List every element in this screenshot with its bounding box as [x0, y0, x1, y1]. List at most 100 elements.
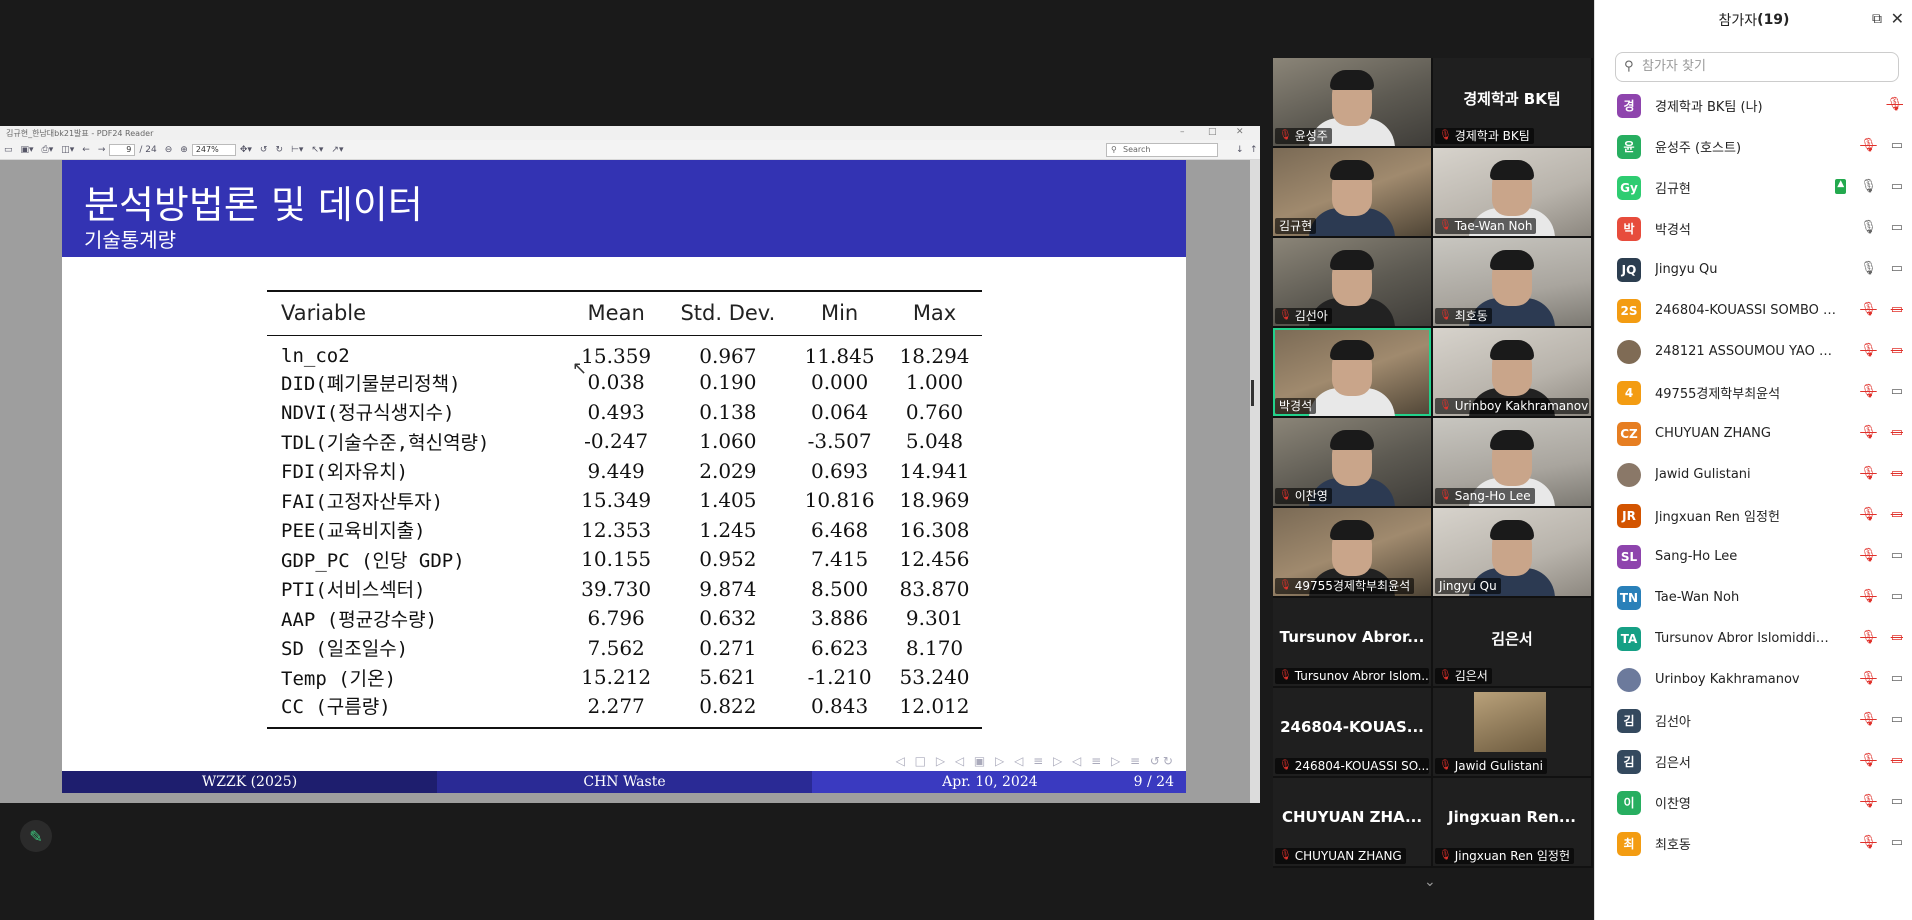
page-number-input[interactable]: 9: [109, 143, 136, 156]
participant-row[interactable]: Urinboy Kakhramanov 🎙︎ ▭: [1595, 659, 1912, 700]
zoom-out-icon[interactable]: ⊖: [161, 145, 177, 155]
participant-name: 김선아: [1655, 715, 1691, 730]
video-tile[interactable]: 🎙︎ 김선아: [1273, 238, 1431, 326]
participant-row[interactable]: TA Tursunov Abror Islomiddin ugli 🎙︎ ▭: [1595, 618, 1912, 659]
participant-row[interactable]: 248121 ASSOUMOU YAO EL ELY... 🎙︎ ▭: [1595, 331, 1912, 372]
footer-page: 9 / 24: [1133, 774, 1174, 790]
video-tile[interactable]: 🎙︎ Jawid Gulistani: [1433, 688, 1591, 776]
video-tile[interactable]: CHUYUAN ZHA... 🎙︎ CHUYUAN ZHANG: [1273, 778, 1431, 866]
participant-row[interactable]: 윤 윤성주 (호스트) 🎙︎ ▭: [1595, 126, 1912, 167]
cell-mean: 15.212: [581, 665, 652, 690]
open-folder-icon[interactable]: ▭: [0, 145, 17, 155]
mic-muted-icon: 🎙︎: [1886, 97, 1903, 112]
video-tile[interactable]: Jingyu Qu: [1433, 508, 1591, 596]
participant-row[interactable]: 최 최호동 🎙︎ ▭: [1595, 823, 1912, 864]
table-body: ln_co2 15.359 0.967 11.845 18.294 DID(폐기물분리정책…: [267, 335, 982, 729]
cell-std-dev: 0.632: [699, 606, 757, 631]
video-tile[interactable]: 경제학과 BK팀 🎙︎ 경제학과 BK팀: [1433, 58, 1591, 146]
participant-row[interactable]: 4 49755경제학부최윤석 🎙︎ ▭: [1595, 372, 1912, 413]
cell-std-dev: 1.245: [699, 517, 757, 542]
video-tile[interactable]: 김은서 🎙︎ 김은서: [1433, 598, 1591, 686]
mic-muted-icon: 🎙︎: [1279, 850, 1292, 861]
participant-row[interactable]: JQ Jingyu Qu 🎙︎ ▭: [1595, 249, 1912, 290]
popout-icon[interactable]: ⧉: [1872, 11, 1882, 27]
pdf-toolbar: ▭ ▣▾ ⎙▾ ◫▾ ← → 9 / 24 ⊖ ⊕ 247% ✥▾ ↺ ↻ ⊢▾…: [0, 140, 1260, 160]
video-tile[interactable]: 🎙︎ 이찬영: [1273, 418, 1431, 506]
back-arrow-icon[interactable]: ←: [78, 145, 94, 155]
rotate-right-icon[interactable]: ↻: [271, 145, 287, 155]
minimize-icon[interactable]: –: [1180, 127, 1185, 137]
participant-row[interactable]: 2S 246804-KOUASSI SOMBO EMM... 🎙︎ ▭: [1595, 290, 1912, 331]
share-icon[interactable]: ↗▾: [327, 145, 347, 155]
close-icon[interactable]: ✕: [1236, 127, 1244, 137]
participant-list: 경 경제학과 BK팀 (나) 🎙︎ 윤 윤성주 (호스트) 🎙︎ ▭ Gy 김규현 ▲ 🎙︎ ▭ 박 박경…: [1595, 85, 1912, 864]
video-icon: ▭: [1890, 671, 1903, 686]
cell-std-dev: 0.190: [699, 370, 757, 395]
participant-row[interactable]: JR Jingxuan Ren 임정헌 🎙︎ ▭: [1595, 495, 1912, 536]
participant-hair: [1330, 160, 1374, 180]
participant-row[interactable]: 김 김은서 🎙︎ ▭: [1595, 741, 1912, 782]
pdf-search-input[interactable]: ⚲ Search: [1106, 143, 1218, 157]
cell-min: 11.845: [804, 343, 875, 368]
video-tile[interactable]: 🎙︎ Sang-Ho Lee: [1433, 418, 1591, 506]
participant-status-icons: 🎙︎ ▭: [1860, 671, 1903, 686]
video-tile[interactable]: 김규현: [1273, 148, 1431, 236]
scrollbar-thumb[interactable]: [1251, 380, 1254, 406]
participant-row[interactable]: Jawid Gulistani 🎙︎ ▭: [1595, 454, 1912, 495]
chevron-down-icon[interactable]: ⌄: [1424, 874, 1436, 890]
participant-row[interactable]: CZ CHUYUAN ZHANG 🎙︎ ▭: [1595, 413, 1912, 454]
video-tile[interactable]: Jingxuan Ren... 🎙︎ Jingxuan Ren 임정헌: [1433, 778, 1591, 866]
search-up-icon[interactable]: ↑: [1246, 145, 1262, 155]
forward-arrow-icon[interactable]: →: [94, 145, 110, 155]
save-icon[interactable]: ▣▾: [17, 145, 38, 155]
zoom-select[interactable]: 247%: [191, 143, 236, 156]
video-tile[interactable]: 🎙︎ Urinboy Kakhramanov: [1433, 328, 1591, 416]
participant-row[interactable]: 이 이찬영 🎙︎ ▭: [1595, 782, 1912, 823]
cell-max: 0.760: [905, 399, 964, 424]
rotate-left-icon[interactable]: ↺: [256, 145, 272, 155]
participant-row[interactable]: Gy 김규현 ▲ 🎙︎ ▭: [1595, 167, 1912, 208]
tile-name-label: 🎙︎ 이찬영: [1275, 488, 1332, 504]
tile-name: 윤성주: [1294, 129, 1328, 143]
cell-variable: PEE(교육비지출): [281, 520, 426, 543]
participant-row[interactable]: 김 김선아 🎙︎ ▭: [1595, 700, 1912, 741]
video-tile[interactable]: 🎙︎ 최호동: [1433, 238, 1591, 326]
video-tile[interactable]: 🎙︎ Tae-Wan Noh: [1433, 148, 1591, 236]
video-tile[interactable]: 246804-KOUAS... 🎙︎ 246804-KOUASSI SO...: [1273, 688, 1431, 776]
video-tile[interactable]: Tursunov Abror... 🎙︎ Tursunov Abror Islom.…: [1273, 598, 1431, 686]
video-icon: ▭: [1890, 179, 1903, 194]
participant-status-icons: ▲ 🎙︎ ▭: [1835, 179, 1903, 194]
video-tile[interactable]: 박경석: [1273, 328, 1431, 416]
table-row: TDL(기술수준,혁신역량) -0.247 1.060 -3.507 5.048: [267, 427, 982, 457]
cell-min: 0.000: [810, 370, 869, 395]
participant-name: 박경석: [1655, 223, 1691, 238]
fit-width-icon[interactable]: ⊢▾: [287, 145, 307, 155]
close-icon[interactable]: ✕: [1891, 9, 1904, 28]
video-tile[interactable]: 🎙︎ 49755경제학부최윤석: [1273, 508, 1431, 596]
tile-name: 이찬영: [1294, 489, 1328, 503]
participant-search-input[interactable]: ⚲ 참가자 찾기: [1615, 52, 1899, 82]
video-tile[interactable]: 🎙︎ 윤성주: [1273, 58, 1431, 146]
participant-row[interactable]: SL Sang-Ho Lee 🎙︎ ▭: [1595, 536, 1912, 577]
select-tool-icon[interactable]: ↖▾: [307, 145, 327, 155]
video-icon: ▭: [1890, 138, 1903, 153]
cell-min: 8.500: [810, 576, 869, 601]
maximize-icon[interactable]: □: [1208, 127, 1217, 137]
beamer-navigation-icons[interactable]: ◁ □ ▷ ◁ ▣ ▷ ◁ ≡ ▷ ◁ ≡ ▷ ≡ ↺↻: [896, 754, 1176, 768]
pdf-scrollbar[interactable]: [1250, 160, 1260, 803]
participant-row[interactable]: 박 박경석 🎙︎ ▭: [1595, 208, 1912, 249]
participant-hair: [1330, 520, 1374, 540]
sidebar-toggle-icon[interactable]: ◫▾: [57, 145, 78, 155]
participant-status-icons: 🎙︎ ▭: [1860, 384, 1903, 399]
tile-name-label: 김규현: [1275, 218, 1317, 234]
participant-row[interactable]: 경 경제학과 BK팀 (나) 🎙︎: [1595, 85, 1912, 126]
participant-status-icons: 🎙︎ ▭: [1860, 589, 1903, 604]
pdf-viewport[interactable]: 분석방법론 및 데이터 기술통계량 Variable Mean Std. Dev…: [0, 160, 1250, 803]
profile-picture: [1474, 692, 1546, 752]
participant-row[interactable]: TN Tae-Wan Noh 🎙︎ ▭: [1595, 577, 1912, 618]
mic-muted-icon: 🎙︎: [1279, 670, 1292, 681]
annotate-pencil-icon[interactable]: ✎: [20, 820, 52, 852]
print-icon[interactable]: ⎙▾: [38, 145, 58, 155]
zoom-in-icon[interactable]: ⊕: [176, 145, 192, 155]
pan-tool-icon[interactable]: ✥▾: [236, 145, 256, 155]
